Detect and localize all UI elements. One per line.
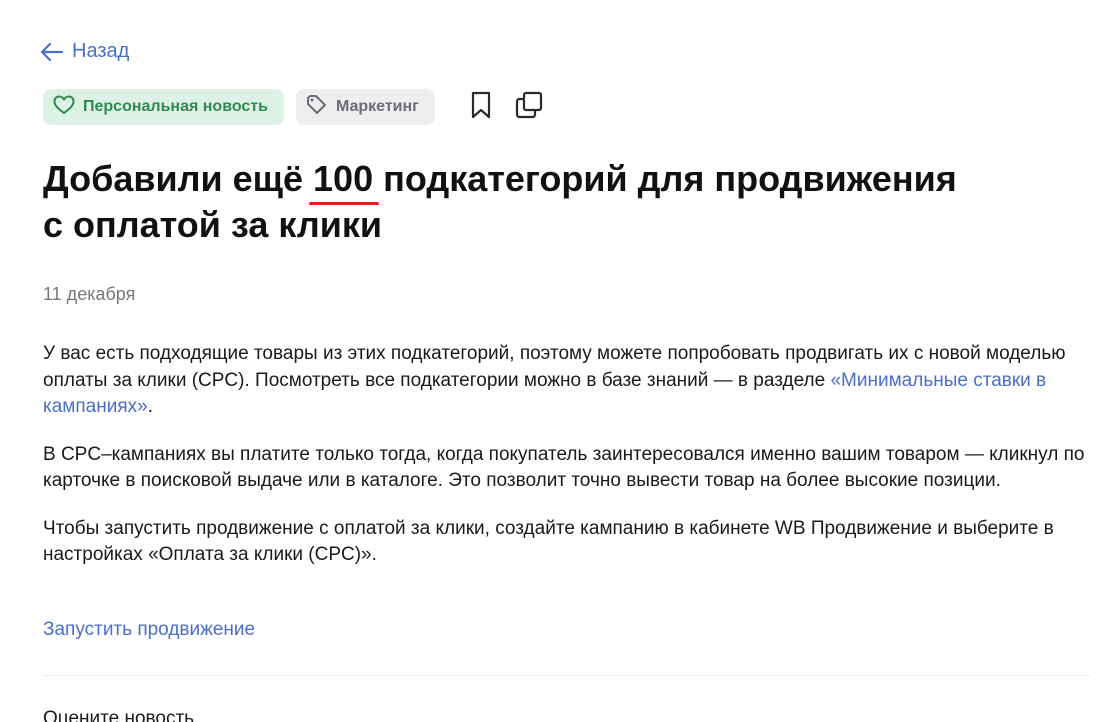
title-line-2: с оплатой за клики [43,204,382,245]
bookmark-button[interactable] [465,89,497,125]
marketing-tag-label: Маркетинг [335,98,419,115]
arrow-left-icon [40,42,64,62]
article-body: У вас есть подходящие товары из этих под… [43,341,1093,590]
heart-icon [53,95,75,120]
personal-news-tag: Персональная новость [43,89,284,125]
rate-news-label: Оцените новость [43,708,195,722]
personal-news-tag-label: Персональная новость [83,98,268,115]
start-promotion-link[interactable]: Запустить продвижение [43,619,255,641]
title-text-end: подкатегорий для продвижения [373,158,957,199]
paragraph-1: У вас есть подходящие товары из этих под… [43,341,1093,421]
article-date: 11 декабря [43,284,136,304]
tag-icon [306,94,328,120]
copy-icon [514,90,544,125]
bookmark-icon [470,91,492,124]
divider [43,675,1090,676]
back-link-label: Назад [72,40,130,62]
paragraph-2: В CPC–кампаниях вы платите только тогда,… [43,443,1085,492]
article-title: Добавили ещё 100 подкатегорий для продви… [43,156,1043,248]
news-article-page: Назад Персональная новость Маркетинг Доб… [0,0,1106,722]
copy-button[interactable] [513,89,545,125]
paragraph-3: Чтобы запустить продвижение с оплатой за… [43,517,1054,566]
title-highlight-number: 100 [309,156,380,205]
back-link[interactable]: Назад [40,40,129,63]
marketing-tag[interactable]: Маркетинг [295,89,435,125]
title-text-start: Добавили ещё [43,158,314,199]
tags-row: Персональная новость Маркетинг [43,89,545,125]
paragraph-1-end: . [147,396,153,417]
